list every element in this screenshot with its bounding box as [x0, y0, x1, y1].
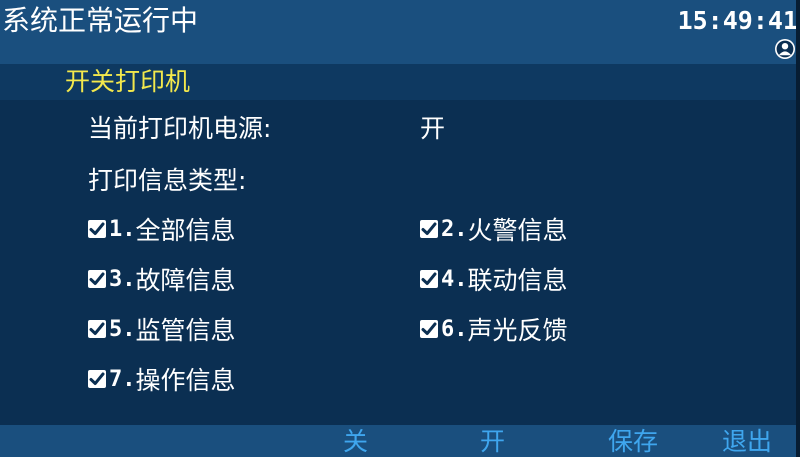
option-number: 6.	[441, 316, 468, 342]
option-label: 故障信息	[135, 266, 236, 295]
checkbox-checked-icon[interactable]	[88, 270, 106, 288]
page-title: 开关打印机	[65, 67, 191, 96]
power-value: 开	[420, 114, 446, 143]
checkbox-checked-icon[interactable]	[420, 320, 438, 338]
screen-edge	[796, 0, 800, 457]
softkey-on-button[interactable]: 开	[480, 425, 505, 457]
softkey-exit-button[interactable]: 退出	[722, 425, 772, 457]
softkey-off-button[interactable]: 关	[343, 425, 368, 457]
option-label: 火警信息	[467, 216, 568, 245]
option-number: 7.	[109, 366, 136, 392]
option-fault-info[interactable]: 3. 故障信息	[88, 262, 236, 296]
option-linkage-info[interactable]: 4. 联动信息	[420, 262, 568, 296]
option-number: 3.	[109, 266, 136, 292]
print-type-label: 打印信息类型:	[88, 166, 247, 195]
option-label: 监管信息	[135, 316, 236, 345]
option-number: 4.	[441, 266, 468, 292]
option-fire-alarm-info[interactable]: 2. 火警信息	[420, 212, 568, 246]
option-all-info[interactable]: 1. 全部信息	[88, 212, 236, 246]
checkbox-checked-icon[interactable]	[88, 220, 106, 238]
option-number: 2.	[441, 216, 468, 242]
checkbox-checked-icon[interactable]	[88, 320, 106, 338]
system-status-text: 系统正常运行中	[2, 4, 199, 37]
option-label: 全部信息	[135, 216, 236, 245]
option-operation-info[interactable]: 7. 操作信息	[88, 362, 236, 396]
softkey-save-button[interactable]: 保存	[608, 425, 658, 457]
option-label: 操作信息	[135, 366, 236, 395]
checkbox-checked-icon[interactable]	[420, 270, 438, 288]
checkbox-checked-icon[interactable]	[88, 370, 106, 388]
user-icon[interactable]	[774, 38, 796, 60]
option-supervision-info[interactable]: 5. 监管信息	[88, 312, 236, 346]
option-label: 声光反馈	[467, 316, 568, 345]
softkey-bar: 关 开 保存 退出	[0, 425, 800, 457]
printer-screen: 系统正常运行中 15:49:41 开关打印机 当前打印机电源: 开 打印信息类型…	[0, 0, 800, 457]
checkbox-checked-icon[interactable]	[420, 220, 438, 238]
title-bar: 开关打印机	[0, 64, 800, 100]
clock-time: 15:49:41	[677, 6, 798, 35]
option-number: 1.	[109, 216, 136, 242]
power-label: 当前打印机电源:	[88, 114, 272, 143]
status-bar: 系统正常运行中 15:49:41	[0, 0, 800, 64]
option-audio-visual-feedback[interactable]: 6. 声光反馈	[420, 312, 568, 346]
option-number: 5.	[109, 316, 136, 342]
printer-settings-panel: 当前打印机电源: 开 打印信息类型: 1. 全部信息 2. 火警信息 3. 故障…	[0, 100, 800, 425]
option-label: 联动信息	[467, 266, 568, 295]
